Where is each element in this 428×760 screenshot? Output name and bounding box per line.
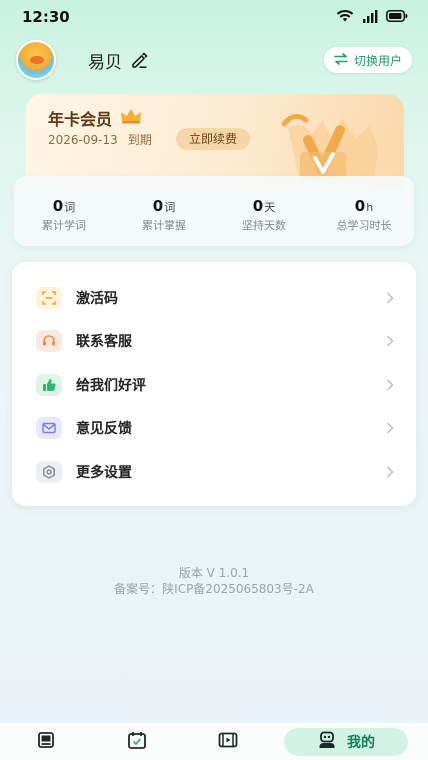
stat-label: 累计掌握 xyxy=(142,219,186,232)
user-robot-icon xyxy=(317,730,337,754)
tab-video[interactable] xyxy=(183,728,274,756)
vip-expire-date: 2026-09-13 xyxy=(48,132,118,147)
vip-title-row: 年卡会员 xyxy=(48,106,142,130)
battery-icon xyxy=(386,10,408,22)
status-bar: 12:30 xyxy=(0,0,428,34)
stat-label: 总学习时长 xyxy=(336,219,392,232)
tab-wordbook[interactable] xyxy=(0,728,91,756)
menu-label: 给我们好评 xyxy=(76,377,146,394)
vip-expire-suffix: 到期 xyxy=(127,133,152,147)
tab-mine[interactable]: 我的 xyxy=(283,727,408,756)
stat-value-row: 0词 xyxy=(14,196,114,215)
chevron-right-icon xyxy=(386,335,394,347)
app-version: 版本 V 1.0.1 xyxy=(178,566,250,580)
wifi-icon xyxy=(336,9,354,23)
stat-streak-days: 0天 坚持天数 xyxy=(214,176,314,246)
gear-icon xyxy=(36,460,62,483)
menu-item-rate-us[interactable]: 给我们好评 xyxy=(12,363,416,407)
stat-label: 累计学词 xyxy=(42,219,86,232)
tab-checkin[interactable] xyxy=(91,728,182,756)
thumbs-up-icon xyxy=(36,373,62,396)
profile-header: 易贝 xyxy=(16,40,148,80)
menu-label: 激活码 xyxy=(76,290,118,307)
chevron-right-icon xyxy=(386,466,394,478)
switch-user-label: 切换用户 xyxy=(353,53,402,68)
stat-value-row: 0天 xyxy=(214,196,314,215)
edit-icon[interactable] xyxy=(130,51,148,69)
avatar[interactable] xyxy=(16,40,56,80)
stat-value: 0 xyxy=(152,197,164,215)
calendar-check-icon xyxy=(127,731,147,753)
icp-record[interactable]: 备案号：陕ICP备2025065803号-2A xyxy=(0,580,428,597)
headset-icon xyxy=(36,330,62,353)
chevron-right-icon xyxy=(386,422,394,434)
status-icons xyxy=(336,9,408,23)
stat-words-learned: 0词 累计学词 xyxy=(14,176,114,246)
signal-icon xyxy=(362,9,378,23)
stat-unit: 词 xyxy=(164,201,176,214)
swap-icon xyxy=(334,52,348,68)
scan-code-icon xyxy=(36,286,62,309)
menu-item-activation-code[interactable]: 激活码 xyxy=(12,276,416,320)
stat-unit: 词 xyxy=(64,201,76,214)
vip-expire-row: 2026-09-13 到期 xyxy=(48,131,152,148)
status-time: 12:30 xyxy=(22,8,70,26)
crown-icon xyxy=(120,108,142,128)
renew-button[interactable]: 立即续费 xyxy=(176,128,250,150)
bottom-tab-bar: 我的 xyxy=(0,722,428,760)
chevron-right-icon xyxy=(386,292,394,304)
stat-total-hours: 0h 总学习时长 xyxy=(314,176,414,246)
switch-user-button[interactable]: 切换用户 xyxy=(323,47,412,73)
chevron-right-icon xyxy=(386,379,394,391)
mail-icon xyxy=(36,417,62,440)
menu-label: 意见反馈 xyxy=(76,421,132,438)
stat-value: 0 xyxy=(252,197,264,215)
video-icon xyxy=(218,732,238,752)
menu-label: 联系客服 xyxy=(76,334,132,351)
stat-words-mastered: 0词 累计掌握 xyxy=(114,176,214,246)
menu-item-more-settings[interactable]: 更多设置 xyxy=(12,450,416,494)
tab-mine-label: 我的 xyxy=(346,734,375,751)
stat-unit: h xyxy=(366,201,374,214)
stat-value-row: 0词 xyxy=(114,196,214,215)
stat-label: 坚持天数 xyxy=(242,219,286,232)
stat-value-row: 0h xyxy=(314,196,414,215)
username: 易贝 xyxy=(88,52,122,73)
stat-value: 0 xyxy=(52,197,64,215)
stats-panel: 0词 累计学词 0词 累计掌握 0天 坚持天数 0h 总学习时长 xyxy=(14,176,414,246)
menu-item-feedback[interactable]: 意见反馈 xyxy=(12,407,416,451)
vip-title: 年卡会员 xyxy=(48,110,113,129)
settings-menu: 激活码 联系客服 给我们好评 意见反馈 更多设置 xyxy=(12,262,416,506)
stat-value: 0 xyxy=(354,197,366,215)
menu-item-customer-service[interactable]: 联系客服 xyxy=(12,320,416,364)
stat-unit: 天 xyxy=(264,201,276,214)
book-icon xyxy=(37,731,55,753)
menu-label: 更多设置 xyxy=(76,464,132,481)
